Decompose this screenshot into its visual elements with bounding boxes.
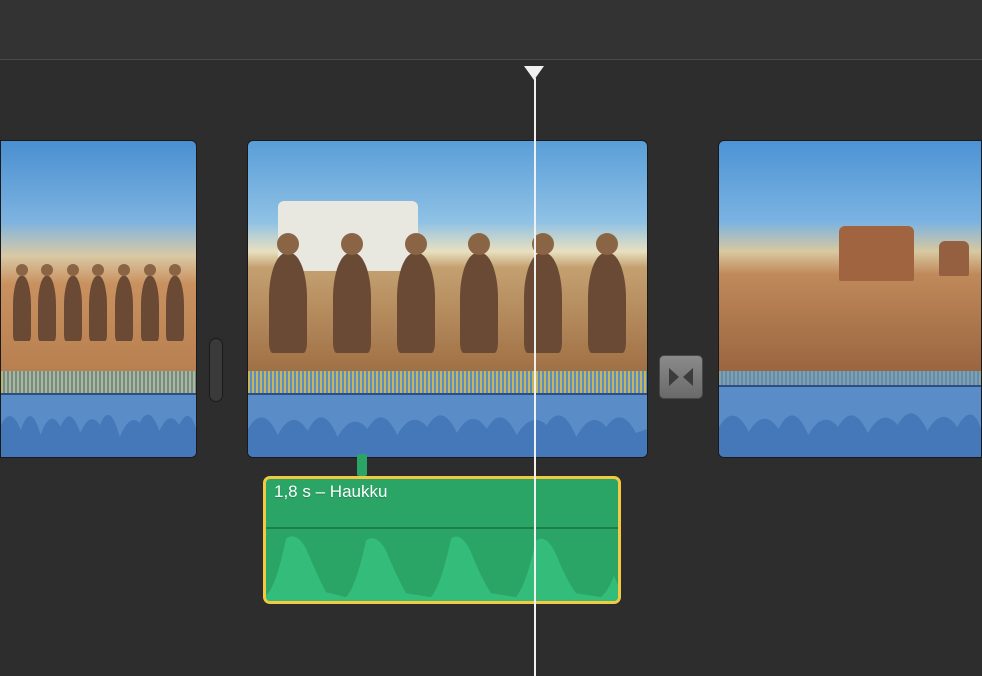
clip-thumbnail: [1, 141, 196, 371]
playhead-marker[interactable]: [534, 66, 544, 80]
thumbnail-content: [939, 241, 969, 276]
clip-audio-waveform[interactable]: [719, 371, 981, 458]
sfx-anchor-connector: [357, 454, 367, 476]
clip-thumbnail: [248, 141, 647, 371]
video-clip-1[interactable]: [0, 140, 197, 458]
sfx-clip-label: 1,8 s – Haukku: [274, 482, 387, 502]
clip-thumbnail: [719, 141, 981, 371]
thumbnail-content: [9, 251, 188, 341]
clip-edge-handle[interactable]: [209, 338, 223, 402]
sfx-separator: –: [316, 482, 325, 501]
thumbnail-content: [256, 223, 639, 353]
clip-audio-waveform[interactable]: [1, 371, 196, 458]
playhead-line[interactable]: [534, 78, 536, 676]
thumbnail-content: [839, 226, 914, 281]
toolbar-area: [0, 0, 982, 60]
timeline[interactable]: 1,8 s – Haukku: [0, 60, 982, 676]
crossfade-icon: [666, 362, 696, 392]
transition-crossfade[interactable]: [659, 355, 703, 399]
video-clip-3[interactable]: [718, 140, 982, 458]
playhead-triangle-icon: [524, 66, 544, 80]
sfx-waveform[interactable]: [266, 529, 618, 601]
video-clip-2[interactable]: [247, 140, 648, 458]
sfx-name: Haukku: [330, 482, 388, 501]
video-track: [0, 140, 982, 458]
sfx-duration: 1,8 s: [274, 482, 311, 501]
clip-audio-waveform[interactable]: [248, 371, 647, 458]
sound-effect-clip[interactable]: 1,8 s – Haukku: [263, 476, 621, 604]
